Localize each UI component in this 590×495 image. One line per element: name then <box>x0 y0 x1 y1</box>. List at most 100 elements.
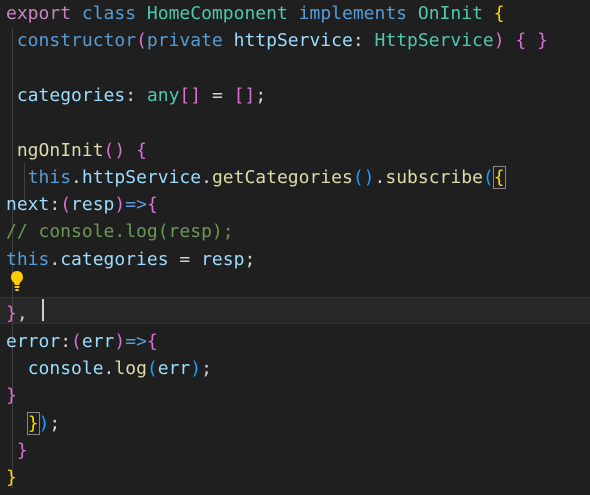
code-line[interactable]: export class HomeComponent implements On… <box>6 0 505 27</box>
code-token: } <box>6 303 17 325</box>
code-line[interactable]: } <box>6 437 28 464</box>
code-token: HttpService <box>374 30 494 52</box>
code-token: . <box>71 166 82 188</box>
code-token: // console.log(resp); <box>6 221 234 243</box>
code-token: : <box>125 84 147 106</box>
code-token: ( <box>146 357 158 379</box>
code-token: ) <box>114 330 126 352</box>
current-line-highlight <box>0 297 590 324</box>
code-token: } <box>537 30 548 52</box>
code-token: { <box>492 165 506 189</box>
code-token: { <box>146 194 158 216</box>
code-editor[interactable]: export class HomeComponent implements On… <box>0 0 590 495</box>
code-line[interactable]: this.httpService.getCategories().subscri… <box>6 164 506 191</box>
code-line[interactable]: constructor(private httpService: HttpSer… <box>6 27 548 54</box>
code-line[interactable]: } <box>6 464 17 491</box>
code-token: { <box>146 330 158 352</box>
code-token: ) <box>38 412 50 434</box>
code-token: err <box>157 357 191 379</box>
code-token: () <box>352 166 375 188</box>
code-token: error <box>6 330 61 352</box>
code-token: } <box>16 439 28 461</box>
code-token: categories <box>16 84 126 106</box>
code-line[interactable]: // console.log(resp); <box>6 218 234 245</box>
code-line[interactable]: console.log(err); <box>6 355 212 382</box>
code-token: ( <box>136 30 147 52</box>
code-token: . <box>103 357 115 379</box>
code-line[interactable]: } <box>6 382 17 409</box>
code-token: ; <box>255 84 267 106</box>
code-token: implements <box>298 3 408 24</box>
code-token: httpService <box>233 30 353 52</box>
code-token: private <box>146 30 223 52</box>
code-token: this <box>27 166 72 188</box>
code-line[interactable]: ngOnInit() { <box>6 137 147 164</box>
code-token: { <box>515 30 527 52</box>
code-token: err <box>81 330 115 352</box>
lightbulb-icon[interactable] <box>10 270 24 292</box>
code-token: ( <box>482 166 494 188</box>
code-token: . <box>201 166 212 188</box>
code-line[interactable]: }, <box>6 300 28 327</box>
code-token: = <box>168 248 202 270</box>
code-token: ; <box>201 357 212 379</box>
code-token: OnInit <box>417 3 483 24</box>
code-token: ) <box>190 357 202 379</box>
code-token: HomeComponent <box>146 3 288 24</box>
code-token: } <box>6 385 17 407</box>
code-token: { <box>136 139 147 161</box>
text-cursor <box>42 299 44 321</box>
code-token: ) <box>114 194 126 216</box>
code-token: ; <box>244 248 256 270</box>
code-line[interactable]: }); <box>6 410 60 437</box>
code-token: ( <box>60 194 72 216</box>
code-token: console <box>27 357 104 379</box>
code-token: => <box>125 194 147 216</box>
code-line[interactable]: next:(resp)=>{ <box>6 191 158 218</box>
code-token: . <box>374 166 386 188</box>
code-token: [] <box>233 84 256 106</box>
code-line[interactable]: this.categories = resp; <box>6 246 255 273</box>
code-token: ) <box>493 30 505 52</box>
code-line[interactable]: error:(err)=>{ <box>6 328 158 355</box>
code-token: categories <box>60 248 169 270</box>
code-token: : <box>49 194 61 216</box>
code-token: next <box>6 194 50 216</box>
code-token: export <box>6 3 72 24</box>
code-token: resp <box>71 194 115 216</box>
code-token: { <box>493 3 505 24</box>
code-token: log <box>114 357 147 379</box>
code-token: this <box>6 248 50 270</box>
code-line[interactable]: categories: any[] = []; <box>6 82 266 109</box>
code-token: => <box>125 330 147 352</box>
code-token: ( <box>71 330 82 352</box>
code-token: constructor <box>16 30 137 52</box>
code-token: [] <box>179 84 202 106</box>
code-token: ngOnInit <box>16 139 104 161</box>
code-token: : <box>352 30 375 52</box>
code-token: getCategories <box>211 166 353 188</box>
code-token: httpService <box>81 166 202 188</box>
code-token: : <box>60 330 72 352</box>
code-token: subscribe <box>385 166 483 188</box>
code-token: } <box>26 411 40 435</box>
code-token: } <box>6 467 17 489</box>
code-token: = <box>201 84 234 106</box>
code-token: any <box>146 84 180 106</box>
code-token: . <box>49 248 61 270</box>
